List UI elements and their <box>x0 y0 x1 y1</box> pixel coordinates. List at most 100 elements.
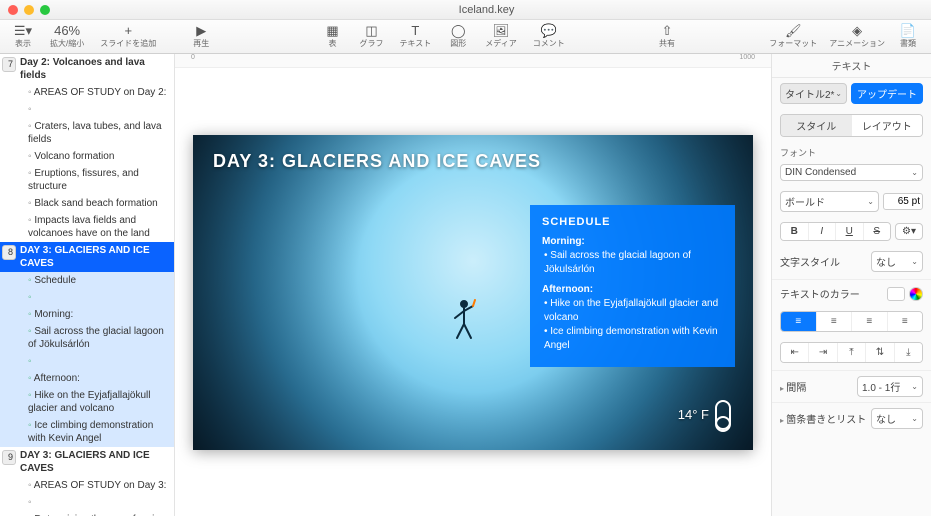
zoom-control[interactable]: 46%拡大/縮小 <box>44 24 90 49</box>
outline-bullet-text: AREAS OF STUDY on Day 3: <box>20 479 166 492</box>
morning-label: Morning: <box>542 235 723 249</box>
view-button[interactable]: ☰▾表示 <box>6 24 40 49</box>
indent-button[interactable]: ⇥ <box>809 343 837 362</box>
outline-bullet-text: Morning: <box>20 308 73 321</box>
format-inspector-button[interactable]: 🖌フォーマット <box>763 24 823 49</box>
valign-top-button[interactable]: ⤒ <box>838 343 866 362</box>
outline-slide-header[interactable]: 9DAY 3: GLACIERS AND ICE CAVES <box>0 447 174 477</box>
temperature-value: 14° F <box>678 407 709 422</box>
schedule-item: Sail across the glacial lagoon of Jökuls… <box>544 249 723 277</box>
outline-bullet-row[interactable] <box>0 101 174 118</box>
insert-text-button[interactable]: Tテキスト <box>394 24 438 49</box>
outline-slide-header[interactable]: 8DAY 3: GLACIERS AND ICE CAVES <box>0 242 174 272</box>
font-family-popup[interactable]: DIN Condensed ⌄ <box>780 164 923 181</box>
bold-button[interactable]: B <box>781 223 809 240</box>
slide[interactable]: DAY 3: GLACIERS AND ICE CAVES SCHEDULE M… <box>193 135 753 450</box>
tab-style[interactable]: スタイル <box>781 115 852 136</box>
advanced-options-button[interactable]: ⚙︎▾ <box>895 223 923 240</box>
align-center-button[interactable]: ≡ <box>817 312 853 331</box>
insert-table-button[interactable]: ▦表 <box>316 24 350 49</box>
traffic-lights <box>8 5 50 15</box>
outline-bullet-row[interactable]: Schedule <box>0 272 174 289</box>
add-slide-button[interactable]: +スライドを追加 <box>94 24 162 49</box>
outdent-button[interactable]: ⇤ <box>781 343 809 362</box>
inspector-header: テキスト <box>772 54 931 78</box>
slide-title-text[interactable]: DAY 3: GLACIERS AND ICE CAVES <box>213 151 541 172</box>
line-spacing-popup[interactable]: 1.0 - 1行 ⌄ <box>857 376 923 397</box>
schedule-text-box[interactable]: SCHEDULE Morning: Sail across the glacia… <box>530 205 735 367</box>
chart-icon: ◫ <box>365 24 377 38</box>
minimize-window-button[interactable] <box>24 5 34 15</box>
animate-inspector-button[interactable]: ◈アニメーション <box>823 24 891 49</box>
window-titlebar: Iceland.key <box>0 0 931 20</box>
outline-bullet-row[interactable]: Determining the age of an ice cave <box>0 511 174 516</box>
outline-bullet-row[interactable]: Eruptions, fissures, and structure <box>0 165 174 195</box>
outline-bullet-row[interactable]: Afternoon: <box>0 370 174 387</box>
outline-bullet-row[interactable]: Craters, lava tubes, and lava fields <box>0 118 174 148</box>
thermometer-icon <box>715 400 731 430</box>
insert-media-button[interactable]: 🖼メディア <box>479 24 522 49</box>
outline-bullet-row[interactable]: Sail across the glacial lagoon of Jökuls… <box>0 323 174 353</box>
valign-middle-button[interactable]: ⇅ <box>866 343 894 362</box>
share-button[interactable]: ⇧共有 <box>650 24 684 49</box>
align-left-button[interactable]: ≡ <box>781 312 817 331</box>
bullets-label[interactable]: 箇条書きとリスト <box>780 411 867 426</box>
update-style-button[interactable]: アップデート <box>851 83 923 104</box>
tab-layout[interactable]: レイアウト <box>852 115 923 136</box>
outline-bullet-row[interactable]: AREAS OF STUDY on Day 3: <box>0 477 174 494</box>
underline-button[interactable]: U <box>836 223 864 240</box>
slide-canvas-area: 0 1000 DAY 3: GLACIERS AND ICE CAVES SCH… <box>175 54 771 516</box>
media-icon: 🖼 <box>493 24 510 38</box>
outline-sidebar[interactable]: 7Day 2: Volcanoes and lava fields AREAS O… <box>0 54 175 516</box>
font-size-field[interactable] <box>883 193 923 210</box>
fullscreen-window-button[interactable] <box>40 5 50 15</box>
chevron-down-icon: ⌄ <box>911 382 918 391</box>
outline-bullet-text: Sail across the glacial lagoon of Jökuls… <box>20 325 170 351</box>
slide-number-badge: 9 <box>2 450 16 465</box>
diamond-icon: ◈ <box>852 24 862 38</box>
outline-bullet-text: Ice climbing demonstration with Kevin An… <box>20 419 170 445</box>
outline-bullet-row[interactable] <box>0 494 174 511</box>
insert-shape-button[interactable]: ◯図形 <box>441 24 475 49</box>
outline-bullet-row[interactable]: Hike on the Eyjafjallajökull glacier and… <box>0 387 174 417</box>
align-right-button[interactable]: ≡ <box>852 312 888 331</box>
climber-figure <box>451 298 477 346</box>
outline-slide-title: DAY 3: GLACIERS AND ICE CAVES <box>20 244 170 270</box>
ruler-marker: 1000 <box>739 54 755 67</box>
character-style-popup[interactable]: なし ⌄ <box>871 251 923 272</box>
outline-bullet-row[interactable] <box>0 353 174 370</box>
outline-bullet-row[interactable]: Impacts lava fields and volcanoes have o… <box>0 212 174 242</box>
valign-bottom-button[interactable]: ⤓ <box>895 343 922 362</box>
close-window-button[interactable] <box>8 5 18 15</box>
color-picker-button[interactable] <box>909 287 923 301</box>
afternoon-label: Afternoon: <box>542 283 723 297</box>
outline-bullet-row[interactable]: Ice climbing demonstration with Kevin An… <box>0 417 174 447</box>
italic-button[interactable]: I <box>809 223 837 240</box>
outline-bullet-row[interactable]: Black sand beach formation <box>0 195 174 212</box>
outline-slide-header[interactable]: 7Day 2: Volcanoes and lava fields <box>0 54 174 84</box>
outline-bullet-row[interactable] <box>0 289 174 306</box>
slide-canvas[interactable]: DAY 3: GLACIERS AND ICE CAVES SCHEDULE M… <box>175 68 771 516</box>
outline-bullet-row[interactable]: AREAS OF STUDY on Day 2: <box>0 84 174 101</box>
insert-chart-button[interactable]: ◫グラフ <box>354 24 390 49</box>
align-justify-button[interactable]: ≡ <box>888 312 923 331</box>
outline-bullet-text: AREAS OF STUDY on Day 2: <box>20 86 166 99</box>
outline-bullet-row[interactable]: Volcano formation <box>0 148 174 165</box>
character-style-label: 文字スタイル <box>780 254 867 269</box>
outline-bullet-text: Craters, lava tubes, and lava fields <box>20 120 170 146</box>
spacing-label[interactable]: 間隔 <box>780 379 853 394</box>
text-color-label: テキストのカラー <box>780 286 883 301</box>
bullets-popup[interactable]: なし ⌄ <box>871 408 923 429</box>
play-button[interactable]: ▶再生 <box>166 24 236 49</box>
text-color-well[interactable] <box>887 287 905 301</box>
document-inspector-button[interactable]: 📄書類 <box>891 24 925 49</box>
outline-bullet-text <box>20 355 32 368</box>
strikethrough-button[interactable]: S <box>864 223 891 240</box>
outline-bullet-row[interactable]: Morning: <box>0 306 174 323</box>
font-weight-popup[interactable]: ボールド ⌄ <box>780 191 879 212</box>
text-icon: T <box>411 24 419 38</box>
horizontal-alignment: ≡ ≡ ≡ ≡ <box>780 311 923 332</box>
slide-number-badge: 7 <box>2 57 16 72</box>
insert-comment-button[interactable]: 💬コメント <box>527 24 571 49</box>
paragraph-style-popup[interactable]: タイトル2* ⌄ <box>780 83 847 104</box>
